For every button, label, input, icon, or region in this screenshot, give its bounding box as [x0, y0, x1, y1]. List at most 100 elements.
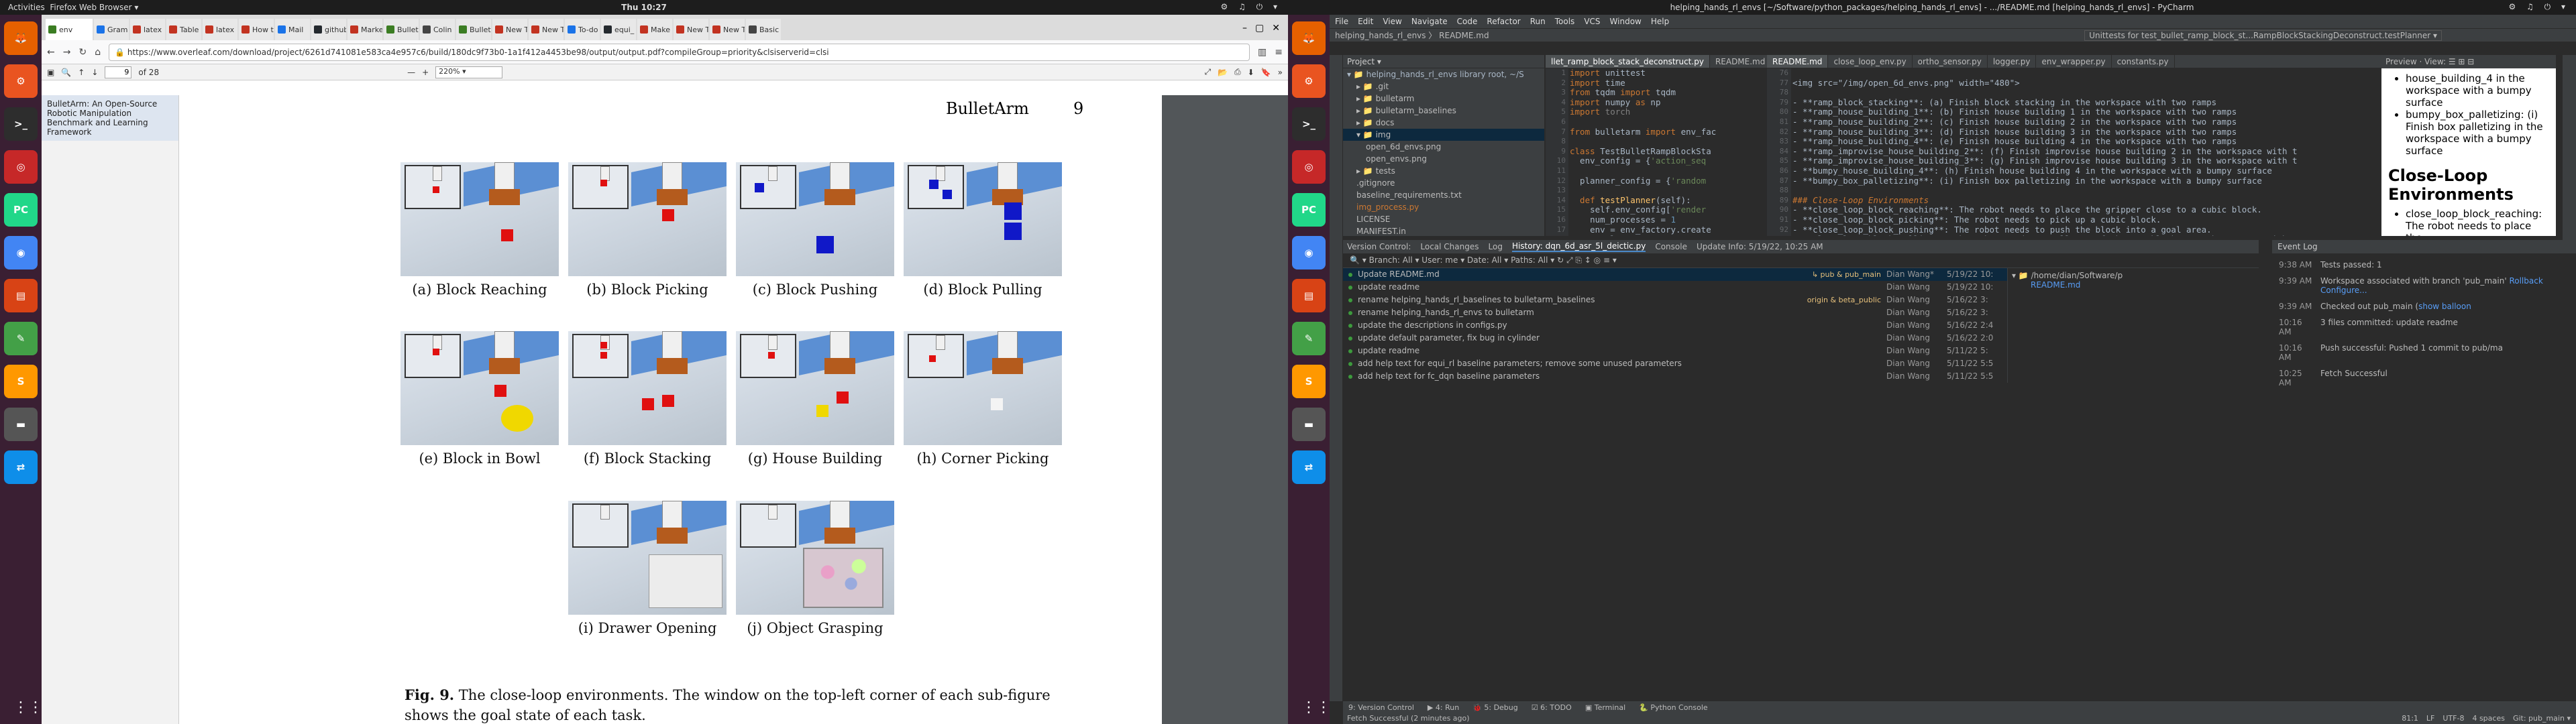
indent[interactable]: 4 spaces [2472, 713, 2505, 724]
browser-tab[interactable]: Gram [94, 19, 129, 40]
tree-item[interactable]: ▸ 📁 tests [1343, 165, 1544, 177]
editor-tab[interactable]: ortho_sensor.py [1913, 55, 1988, 68]
settings-icon[interactable]: ⚙ [4, 64, 38, 98]
browser-tab[interactable]: New T [710, 19, 745, 40]
bottom-tool-tab[interactable]: 🐞 5: Debug [1472, 703, 1518, 712]
bottom-tool-tab[interactable]: 9: Version Control [1348, 703, 1414, 712]
document-icon[interactable]: ▤ [4, 279, 38, 312]
minimize-icon[interactable]: – [1242, 23, 1247, 34]
back-icon[interactable]: ← [47, 47, 55, 58]
draw-icon[interactable]: ✎ [1292, 322, 1326, 355]
commit-row[interactable]: update default parameter, fix bug in cyl… [1343, 332, 2007, 345]
menu-window[interactable]: Window [1610, 17, 1642, 26]
editor-tab[interactable]: README.md [1767, 55, 1829, 68]
search-icon[interactable]: 🔍 [61, 68, 71, 77]
tree-item[interactable]: img_process.py [1343, 201, 1544, 213]
pdf-viewer[interactable]: BulletArm 9 (a) Block Reaching (b) Block … [179, 95, 1288, 724]
browser-tab[interactable]: Table [166, 19, 201, 40]
app-icon[interactable]: ◎ [4, 150, 38, 184]
chrome-icon[interactable]: ◉ [4, 236, 38, 269]
browser-tab[interactable]: New T [529, 19, 564, 40]
terminal-icon[interactable]: >_ [1292, 107, 1326, 141]
outline-item[interactable]: BulletArm: An Open-Source Robotic Manipu… [42, 95, 178, 141]
vc-tab[interactable]: Log [1489, 242, 1503, 251]
firefox-icon[interactable]: 🦊 [4, 21, 38, 55]
vc-tab[interactable]: History: dqn_6d_asr_5l_deictic.py [1511, 241, 1646, 252]
menu-vcs[interactable]: VCS [1584, 17, 1600, 26]
tree-item[interactable]: baseline_requirements.txt [1343, 189, 1544, 201]
menu-code[interactable]: Code [1457, 17, 1478, 26]
prev-page-icon[interactable]: ↑ [78, 68, 85, 77]
browser-tab[interactable]: How t [239, 19, 274, 40]
editor-tab[interactable]: env_wrapper.py [2036, 55, 2112, 68]
breadcrumb[interactable]: helping_hands_rl_envs 〉 README.md [1335, 29, 1489, 41]
commit-row[interactable]: add help text for equi_rl baseline param… [1343, 357, 2007, 370]
document-icon[interactable]: ▤ [1292, 279, 1326, 312]
reload-icon[interactable]: ↻ [78, 47, 87, 58]
sidebar-toggle-icon[interactable]: ▣ [47, 68, 54, 77]
tree-item[interactable]: open_6d_envs.png [1343, 141, 1544, 153]
bottom-tool-tab[interactable]: ☑ 6: TODO [1532, 703, 1572, 712]
zoom-select[interactable]: 220% ▾ [435, 66, 503, 78]
line-separator[interactable]: LF [2426, 713, 2434, 724]
print-icon[interactable]: ⎙ [1234, 67, 1241, 77]
preview-header[interactable]: Preview · View: ☰ ⊞ ⊟ [2381, 55, 2556, 68]
menu-edit[interactable]: Edit [1358, 17, 1373, 26]
editor-tab[interactable]: logger.py [1988, 55, 2037, 68]
cursor-position[interactable]: 81:1 [2402, 713, 2418, 724]
system-tray-2[interactable]: ⚙ ♫ ⏻ ▾ [2509, 2, 2569, 12]
forward-icon[interactable]: → [63, 47, 71, 58]
maximize-icon[interactable]: ▢ [1255, 23, 1264, 34]
firefox-icon[interactable]: 🦊 [1292, 21, 1326, 55]
pycharm-icon[interactable]: PC [4, 193, 38, 227]
app-icon[interactable]: ◎ [1292, 150, 1326, 184]
commit-row[interactable]: add help text for fc_dqn baseline parame… [1343, 370, 2007, 383]
teamviewer-icon[interactable]: ⇄ [4, 450, 38, 484]
bottom-tool-tab[interactable]: ▶ 4: Run [1428, 703, 1459, 712]
changed-folder[interactable]: ▾ 📁 /home/dian/Software/p [2012, 271, 2255, 280]
terminal-icon[interactable]: >_ [4, 107, 38, 141]
commit-row[interactable]: rename helping_hands_rl_baselines to bul… [1343, 294, 2007, 306]
browser-tab[interactable]: Marke [347, 19, 382, 40]
tree-item[interactable]: ▾ 📁 helping_hands_rl_envs library root, … [1343, 68, 1544, 80]
encoding[interactable]: UTF-8 [2443, 713, 2464, 724]
browser-tab[interactable]: Mail [275, 19, 310, 40]
usb-icon[interactable]: ▬ [4, 408, 38, 441]
page-number-input[interactable] [105, 66, 132, 78]
menu-view[interactable]: View [1383, 17, 1401, 26]
tree-item[interactable]: ▸ 📁 bulletarm [1343, 93, 1544, 105]
browser-tab[interactable]: latex [203, 19, 237, 40]
browser-tab[interactable]: env [46, 19, 93, 40]
tools-icon[interactable]: » [1278, 68, 1283, 77]
menu-tools[interactable]: Tools [1555, 17, 1575, 26]
browser-tab[interactable]: latex [130, 19, 165, 40]
editor-tab[interactable]: close_loop_env.py [1828, 55, 1913, 68]
menu-file[interactable]: File [1335, 17, 1348, 26]
draw-icon[interactable]: ✎ [4, 322, 38, 355]
tree-item[interactable]: .gitignore [1343, 177, 1544, 189]
presentation-icon[interactable]: ⤢ [1204, 67, 1211, 77]
tree-item[interactable]: LICENSE [1343, 213, 1544, 225]
code-editor-right[interactable]: <img src="/img/open_6d_envs.png" width="… [1792, 68, 2377, 236]
editor-tab[interactable]: README.md [1710, 55, 1772, 68]
teamviewer-icon[interactable]: ⇄ [1292, 450, 1326, 484]
browser-tab[interactable]: Colin [420, 19, 455, 40]
browser-tab[interactable]: Basic [746, 19, 781, 40]
browser-tab[interactable]: Make [637, 19, 672, 40]
sublime-icon[interactable]: S [4, 365, 38, 398]
next-page-icon[interactable]: ↓ [91, 68, 98, 77]
browser-tab[interactable]: equi_ [601, 19, 636, 40]
commit-row[interactable]: update readme Dian Wang 5/11/22 5: [1343, 345, 2007, 357]
tree-item[interactable]: MANIFEST.in [1343, 225, 1544, 236]
editor-tab[interactable]: llet_ramp_block_stack_deconstruct.py [1546, 55, 1710, 68]
menu-help[interactable]: Help [1651, 17, 1669, 26]
code-editor-left[interactable]: import unittest import time from tqdm im… [1570, 68, 1766, 236]
url-bar[interactable]: 🔒 https://www.overleaf.com/download/proj… [109, 43, 1250, 61]
tree-item[interactable]: ▸ 📁 .git [1343, 80, 1544, 93]
editor-tab[interactable]: constants.py [2112, 55, 2175, 68]
tree-item[interactable]: open_envs.png [1343, 153, 1544, 165]
run-configuration-select[interactable]: Unittests for test_bullet_ramp_block_st.… [2084, 29, 2442, 41]
commit-row[interactable]: Update README.md ↳ pub & pub_main Dian Wan… [1343, 268, 2007, 281]
log-filters[interactable]: 🔍 ▾ Branch: All ▾ User: me ▾ Date: All ▾… [1343, 253, 2259, 268]
menu-icon[interactable]: ≡ [1275, 47, 1283, 58]
